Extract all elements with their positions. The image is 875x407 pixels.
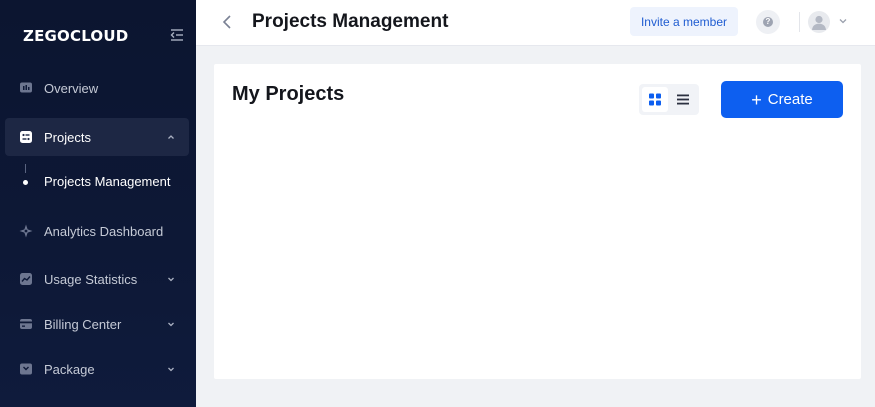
create-project-button[interactable]: + Create bbox=[721, 81, 843, 118]
page-title: Projects Management bbox=[252, 11, 449, 32]
top-header: Projects Management Invite a member ? bbox=[196, 0, 875, 46]
sidebar-item-projects[interactable]: Projects bbox=[5, 118, 189, 156]
sidebar-item-package[interactable]: Package bbox=[5, 350, 189, 388]
list-icon bbox=[677, 94, 689, 105]
user-icon bbox=[812, 15, 826, 30]
avatar[interactable] bbox=[808, 11, 830, 33]
invite-member-button[interactable]: Invite a member bbox=[630, 7, 738, 36]
collapse-sidebar-icon[interactable] bbox=[170, 28, 184, 42]
sidebar-item-label: Package bbox=[44, 361, 95, 377]
sidebar-subitem-projects-management[interactable]: Projects Management bbox=[0, 164, 196, 200]
header-divider bbox=[799, 12, 800, 32]
grid-icon bbox=[649, 93, 661, 106]
package-icon bbox=[20, 363, 32, 375]
sidebar-item-label: Analytics Dashboard bbox=[44, 223, 164, 239]
sidebar-item-billing-center[interactable]: Billing Center bbox=[5, 305, 189, 343]
sidebar-item-label: Projects bbox=[44, 129, 91, 145]
projects-icon bbox=[20, 131, 32, 143]
sidebar: ZEGOCLOUD Overview Projects Projects Man… bbox=[0, 0, 196, 407]
billing-icon bbox=[20, 319, 32, 329]
section-title: My Projects bbox=[232, 83, 345, 105]
chevron-down-icon bbox=[168, 322, 174, 327]
sidebar-item-overview[interactable]: Overview bbox=[5, 69, 189, 107]
sidebar-item-analytics-dashboard[interactable]: Analytics Dashboard bbox=[5, 212, 189, 250]
help-button[interactable]: ? bbox=[756, 10, 780, 34]
sidebar-subitem-label: Projects Management bbox=[44, 174, 171, 189]
back-arrow-icon[interactable] bbox=[220, 14, 234, 30]
sidebar-item-label: Billing Center bbox=[44, 316, 122, 332]
sidebar-item-label: Overview bbox=[44, 80, 99, 96]
zegocloud-logo: ZEGOCLOUD bbox=[23, 27, 129, 45]
usage-icon bbox=[20, 273, 32, 285]
projects-card: My Projects + Create bbox=[214, 64, 861, 379]
grid-view-button[interactable] bbox=[642, 87, 668, 112]
list-view-button[interactable] bbox=[670, 87, 696, 112]
sidebar-item-label: Usage Statistics bbox=[44, 271, 138, 287]
logo-row: ZEGOCLOUD bbox=[0, 0, 196, 70]
view-toggle bbox=[639, 84, 699, 115]
selected-dot-icon bbox=[23, 180, 28, 185]
sidebar-item-usage-statistics[interactable]: Usage Statistics bbox=[5, 260, 189, 298]
chevron-down-icon[interactable] bbox=[838, 16, 848, 26]
tree-connector bbox=[25, 164, 26, 173]
chevron-down-icon bbox=[168, 367, 174, 372]
plus-icon: + bbox=[751, 89, 762, 110]
analytics-icon bbox=[19, 224, 33, 238]
overview-icon bbox=[20, 82, 32, 93]
chevron-up-icon bbox=[168, 135, 174, 139]
help-icon: ? bbox=[763, 17, 773, 27]
create-button-label: Create bbox=[767, 91, 813, 108]
chevron-down-icon bbox=[168, 277, 174, 282]
